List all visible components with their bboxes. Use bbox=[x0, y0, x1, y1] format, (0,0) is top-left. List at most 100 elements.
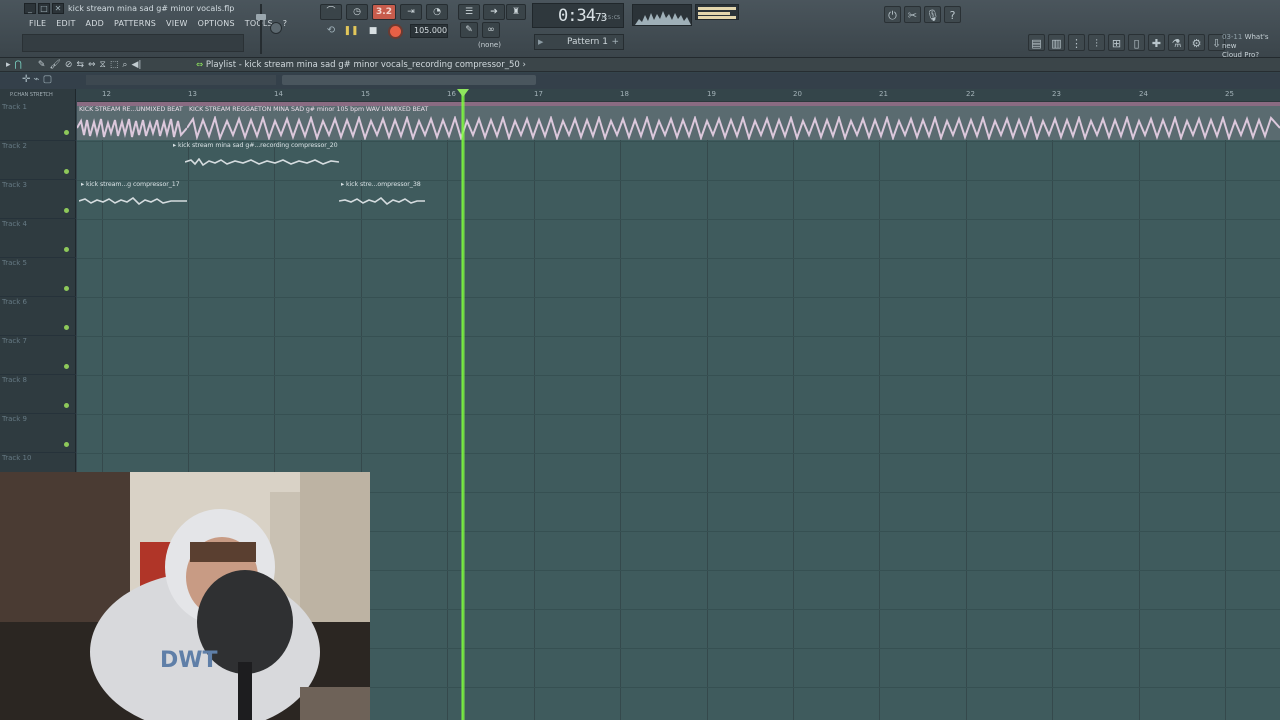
link-icon[interactable]: ∞ bbox=[482, 22, 500, 38]
menu-patterns[interactable]: PATTERNS bbox=[109, 17, 161, 30]
metronome-icon[interactable]: ⌒ bbox=[320, 4, 342, 20]
ruler-tick: 20 bbox=[793, 90, 802, 98]
track-mute-led[interactable] bbox=[64, 364, 69, 369]
snap-selector[interactable]: (none) bbox=[478, 41, 501, 49]
timeline-ruler[interactable]: 12 13 14 15 16 17 18 19 20 21 22 23 24 2… bbox=[77, 89, 1280, 102]
draw-tool-icon[interactable]: ✎ bbox=[38, 60, 46, 70]
track-header-8[interactable]: Track 8 bbox=[0, 375, 76, 414]
track-header-2[interactable]: Track 2 bbox=[0, 141, 76, 180]
arrow-right-icon[interactable]: ➔ bbox=[483, 4, 505, 20]
master-volume-slider[interactable] bbox=[256, 4, 266, 54]
zoom-tool-icon[interactable]: ⌕ bbox=[122, 60, 127, 70]
track-mute-led[interactable] bbox=[64, 286, 69, 291]
step-edit-icon[interactable]: ⇥ bbox=[400, 4, 422, 20]
snap-icon[interactable]: ☰ bbox=[458, 4, 480, 20]
track-name: Track 7 bbox=[2, 337, 27, 345]
track-mute-led[interactable] bbox=[64, 442, 69, 447]
settings-icon[interactable]: ⚙ bbox=[1188, 34, 1205, 51]
delete-tool-icon[interactable]: ⊘ bbox=[65, 60, 73, 70]
pencil-icon[interactable]: ✎ bbox=[460, 22, 478, 38]
track-tools-icons[interactable]: ✛ ⌁ ▢ bbox=[22, 74, 52, 85]
track-mute-led[interactable] bbox=[64, 325, 69, 330]
wait-input-icon[interactable]: ◷ bbox=[346, 4, 368, 20]
tempo-display[interactable]: 105.000 bbox=[410, 24, 448, 38]
master-pitch-knob[interactable] bbox=[270, 22, 282, 34]
mixer-icon[interactable]: ⫶ bbox=[1088, 34, 1105, 51]
mute-tool-icon[interactable]: ⇆ bbox=[76, 60, 84, 70]
magnet-icon[interactable]: ⋂ bbox=[15, 60, 22, 70]
countdown-icon[interactable]: ◔ bbox=[426, 4, 448, 20]
typing-keyboard-icon[interactable]: ♜ bbox=[506, 4, 526, 20]
menu-edit[interactable]: EDIT bbox=[51, 17, 80, 30]
tools-icon[interactable]: ⚗ bbox=[1168, 34, 1185, 51]
svg-text:DWT: DWT bbox=[160, 648, 218, 673]
add-pattern-button[interactable]: + bbox=[611, 35, 619, 49]
track-mute-led[interactable] bbox=[64, 208, 69, 213]
piano-roll-icon[interactable]: ▥ bbox=[1048, 34, 1065, 51]
news-panel[interactable]: 03-11 What's new Cloud Pro? bbox=[1222, 33, 1280, 60]
track-header-6[interactable]: Track 6 bbox=[0, 297, 76, 336]
minimize-button[interactable]: _ bbox=[24, 3, 36, 14]
channel-rack-icon[interactable]: ⋮ bbox=[1068, 34, 1085, 51]
project-title: kick stream mina sad g# minor vocals.flp bbox=[68, 4, 235, 13]
power-icon[interactable]: ⏻ bbox=[884, 6, 901, 23]
track-name: Track 5 bbox=[2, 259, 27, 267]
microphone-icon[interactable]: 🎙 bbox=[924, 6, 941, 23]
select-tool-icon[interactable]: ⬚ bbox=[110, 60, 119, 70]
track-header-5[interactable]: Track 5 bbox=[0, 258, 76, 297]
track-header-3[interactable]: Track 3 bbox=[0, 180, 76, 219]
menu-view[interactable]: VIEW bbox=[161, 17, 193, 30]
playlist-title: ⇔ Playlist - kick stream mina sad g# min… bbox=[196, 60, 526, 70]
track-mute-led[interactable] bbox=[64, 403, 69, 408]
playlist-title-arrows-icon[interactable]: ⇔ bbox=[196, 60, 206, 70]
paint-tool-icon[interactable]: 🖌 bbox=[49, 60, 60, 70]
ruler-tick: 18 bbox=[620, 90, 629, 98]
clip-name: ▸ kick stream...g compressor_17 bbox=[81, 181, 180, 188]
restore-button[interactable]: □ bbox=[38, 3, 50, 14]
menu-add[interactable]: ADD bbox=[81, 17, 109, 30]
stop-button[interactable]: ■ bbox=[366, 24, 380, 38]
plugin-icon[interactable]: ✚ bbox=[1148, 34, 1165, 51]
record-button[interactable] bbox=[388, 24, 403, 39]
track-header-7[interactable]: Track 7 bbox=[0, 336, 76, 375]
playback-tool-icon[interactable]: ◀| bbox=[131, 60, 141, 70]
horizontal-scrollbar[interactable] bbox=[282, 75, 536, 85]
track-header-1[interactable]: Track 1 bbox=[0, 102, 76, 141]
menu-file[interactable]: FILE bbox=[24, 17, 51, 30]
track-header-9[interactable]: Track 9 bbox=[0, 414, 76, 453]
audio-clip[interactable]: KICK STREAM RE...UNMIXED BEAT bbox=[77, 102, 187, 140]
loop-record-icon[interactable]: ⟲ bbox=[324, 24, 338, 38]
audio-clip[interactable]: KICK STREAM REGGAETON MINA SAD g# minor … bbox=[187, 102, 1280, 140]
playhead[interactable] bbox=[461, 89, 465, 720]
pattern-selector[interactable]: ▶ Pattern 1 + bbox=[534, 34, 624, 50]
playhead-marker[interactable] bbox=[457, 89, 469, 97]
ruler-tick: 16 bbox=[447, 90, 456, 98]
playlist-header bbox=[0, 58, 1280, 72]
track-mute-led[interactable] bbox=[64, 169, 69, 174]
picker-label[interactable]: P.CHAN STRETCH bbox=[10, 92, 53, 98]
close-button[interactable]: ✕ bbox=[52, 3, 64, 14]
ruler-tick: 15 bbox=[361, 90, 370, 98]
audio-clip[interactable]: ▸ kick stream mina sad g#...recording co… bbox=[171, 142, 339, 178]
horizontal-scroll-track[interactable] bbox=[86, 75, 276, 85]
playlist-menu-arrow-icon[interactable]: ▸ bbox=[6, 60, 11, 70]
scissors-icon[interactable]: ✂ bbox=[904, 6, 921, 23]
pattern-arrow-icon[interactable]: ▶ bbox=[538, 35, 543, 49]
browser-icon[interactable]: ▯ bbox=[1128, 34, 1145, 51]
pause-button[interactable]: ❚❚ bbox=[343, 24, 359, 38]
track-header-4[interactable]: Track 4 bbox=[0, 219, 76, 258]
slice-tool-icon[interactable]: ⧖ bbox=[100, 60, 106, 70]
menu-options[interactable]: OPTIONS bbox=[193, 17, 240, 30]
slip-tool-icon[interactable]: ⇔ bbox=[88, 60, 96, 70]
track-name: Track 2 bbox=[2, 142, 27, 150]
song-mode-badge[interactable]: 3.2 bbox=[372, 4, 396, 20]
track-mute-led[interactable] bbox=[64, 247, 69, 252]
track-name: Track 9 bbox=[2, 415, 27, 423]
audio-clip[interactable]: ▸ kick stream...g compressor_17 bbox=[79, 181, 187, 217]
channel-settings-icon[interactable]: ⊞ bbox=[1108, 34, 1125, 51]
track-mute-led[interactable] bbox=[64, 130, 69, 135]
song-time-display[interactable]: 0:3473 M:S:CS bbox=[532, 3, 624, 28]
audio-clip[interactable]: ▸ kick stre...ompressor_38 bbox=[339, 181, 425, 217]
help-icon[interactable]: ? bbox=[944, 6, 961, 23]
playlist-icon[interactable]: ▤ bbox=[1028, 34, 1045, 51]
